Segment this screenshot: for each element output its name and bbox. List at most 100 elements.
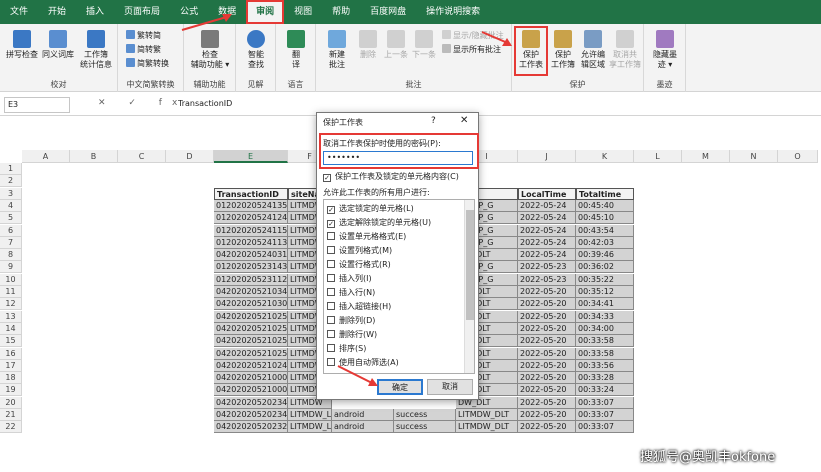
row-header-2[interactable]: 2 [0, 175, 22, 188]
row-header-9[interactable]: 9 [0, 261, 22, 274]
row-header-17[interactable]: 17 [0, 359, 22, 372]
permission-item[interactable]: 插入列(I) [327, 273, 372, 284]
t2s-button[interactable]: 繁转简 [126, 30, 161, 41]
cell[interactable]: 2022-05-20 [518, 421, 576, 434]
column-header-B[interactable]: B [70, 150, 118, 163]
cell[interactable]: 01202020524135 [214, 199, 288, 212]
cell[interactable]: 2022-05-20 [518, 359, 576, 372]
cell[interactable]: LITMDW_DLT [456, 409, 518, 421]
cell[interactable]: 2022-05-24 [518, 212, 576, 225]
cell[interactable]: LITMDW_L [288, 409, 332, 421]
cell[interactable]: 2022-05-20 [518, 298, 576, 311]
cell[interactable]: 01202020524115 [214, 224, 288, 237]
cell[interactable]: 04202020521000 [214, 384, 288, 397]
cell[interactable]: 2022-05-20 [518, 409, 576, 421]
permission-item[interactable]: ✓ 选定解除锁定的单元格(U) [327, 217, 431, 228]
allow-edit-ranges-button[interactable]: 允许编 辑区域 [578, 30, 608, 70]
cell[interactable]: 00:36:02 [576, 261, 634, 274]
row-header-8[interactable]: 8 [0, 249, 22, 262]
cell[interactable]: 2022-05-23 [518, 261, 576, 274]
permission-item[interactable]: 设置单元格格式(E) [327, 231, 406, 242]
cell[interactable]: 00:33:07 [576, 396, 634, 409]
name-box[interactable]: E3 [4, 97, 70, 113]
column-header-C[interactable]: C [118, 150, 166, 163]
row-header-10[interactable]: 10 [0, 273, 22, 286]
close-icon[interactable]: ✕ [460, 115, 468, 126]
unshare-workbook-button[interactable]: 取消共 享工作簿 [608, 30, 642, 70]
permission-item[interactable]: 删除行(W) [327, 329, 377, 340]
row-header-18[interactable]: 18 [0, 372, 22, 385]
row-header-1[interactable]: 1 [0, 163, 22, 175]
cell[interactable]: 00:42:03 [576, 236, 634, 249]
protect-contents-checkbox[interactable]: ✓ 保护工作表及锁定的单元格内容(C) [323, 171, 459, 182]
cell[interactable]: 00:33:07 [576, 409, 634, 421]
cell[interactable]: LocalTime [518, 187, 576, 200]
row-header-21[interactable]: 21 [0, 409, 22, 421]
formula-bar-icons[interactable]: ✕ ✓ fx [98, 98, 187, 108]
cell[interactable]: 2022-05-24 [518, 249, 576, 262]
cell[interactable]: TransactionID [214, 187, 288, 200]
column-header-J[interactable]: J [518, 150, 576, 163]
cancel-button[interactable]: 取消 [427, 379, 473, 395]
cell[interactable]: 00:34:00 [576, 322, 634, 335]
cell[interactable]: 2022-05-23 [518, 273, 576, 286]
cell[interactable]: 2022-05-20 [518, 310, 576, 323]
row-header-11[interactable]: 11 [0, 286, 22, 298]
permission-item[interactable]: 设置列格式(M) [327, 245, 392, 256]
column-header-N[interactable]: N [730, 150, 778, 163]
list-scrollbar[interactable] [464, 200, 474, 373]
cell[interactable]: Totaltime [576, 187, 634, 200]
cell[interactable]: 00:33:07 [576, 421, 634, 434]
scrollbar-thumb[interactable] [466, 210, 474, 320]
cell[interactable]: 04202020521030 [214, 298, 288, 311]
cell[interactable]: LITMDW_L [288, 421, 332, 434]
cell[interactable]: 01202020524124 [214, 212, 288, 225]
cell[interactable]: 2022-05-24 [518, 224, 576, 237]
permission-item[interactable]: 插入超链接(H) [327, 301, 391, 312]
permission-item[interactable]: 设置行格式(R) [327, 259, 391, 270]
translate-button[interactable]: 翻 译 [278, 30, 314, 70]
column-header-A[interactable]: A [22, 150, 70, 163]
tab-0[interactable]: 文件 [0, 0, 38, 24]
row-header-14[interactable]: 14 [0, 322, 22, 335]
cell[interactable]: android [332, 409, 394, 421]
help-icon[interactable]: ? [431, 116, 436, 126]
cell[interactable]: 04202020521025 [214, 322, 288, 335]
smart-lookup-button[interactable]: 智能 查找 [238, 30, 274, 70]
protect-sheet-button[interactable]: 保护 工作表 [516, 30, 546, 70]
cell[interactable]: 00:34:41 [576, 298, 634, 311]
tab-6[interactable]: 审阅 [246, 0, 285, 24]
spell-check-button[interactable]: 拼写检查 [4, 30, 40, 60]
cell[interactable]: 00:35:22 [576, 273, 634, 286]
cell[interactable]: 00:33:56 [576, 359, 634, 372]
cell[interactable]: 04202020521025 [214, 335, 288, 348]
prev-comment-button[interactable]: 上一条 [382, 30, 410, 60]
tab-2[interactable]: 插入 [76, 0, 114, 24]
permission-item[interactable]: 删除列(D) [327, 315, 375, 326]
check-accessibility-button[interactable]: 检查 辅助功能 ▾ [186, 30, 234, 70]
cell[interactable]: 2022-05-20 [518, 347, 576, 360]
column-header-M[interactable]: M [682, 150, 730, 163]
cell[interactable]: 2022-05-24 [518, 236, 576, 249]
cell[interactable]: 2022-05-20 [518, 384, 576, 397]
cell[interactable]: 2022-05-20 [518, 322, 576, 335]
row-header-7[interactable]: 7 [0, 236, 22, 249]
thesaurus-button[interactable]: 同义词库 [40, 30, 76, 60]
tab-3[interactable]: 页面布局 [114, 0, 170, 24]
cell[interactable]: 01202020523112 [214, 273, 288, 286]
hide-ink-button[interactable]: 隐藏墨 迹 ▾ [646, 30, 684, 70]
column-header-K[interactable]: K [576, 150, 634, 163]
cell[interactable]: 00:39:46 [576, 249, 634, 262]
row-header-16[interactable]: 16 [0, 347, 22, 360]
cell[interactable]: 00:35:12 [576, 286, 634, 298]
column-header-L[interactable]: L [634, 150, 682, 163]
cell[interactable]: 01202020523143 [214, 261, 288, 274]
workbook-stats-button[interactable]: 工作簿 统计信息 [78, 30, 114, 70]
row-header-4[interactable]: 4 [0, 199, 22, 212]
row-header-19[interactable]: 19 [0, 384, 22, 397]
cell[interactable]: success [394, 421, 456, 434]
tab-8[interactable]: 帮助 [322, 0, 360, 24]
new-comment-button[interactable]: 新建 批注 [320, 30, 354, 70]
password-input[interactable]: ••••••• [323, 151, 473, 165]
row-header-12[interactable]: 12 [0, 298, 22, 311]
